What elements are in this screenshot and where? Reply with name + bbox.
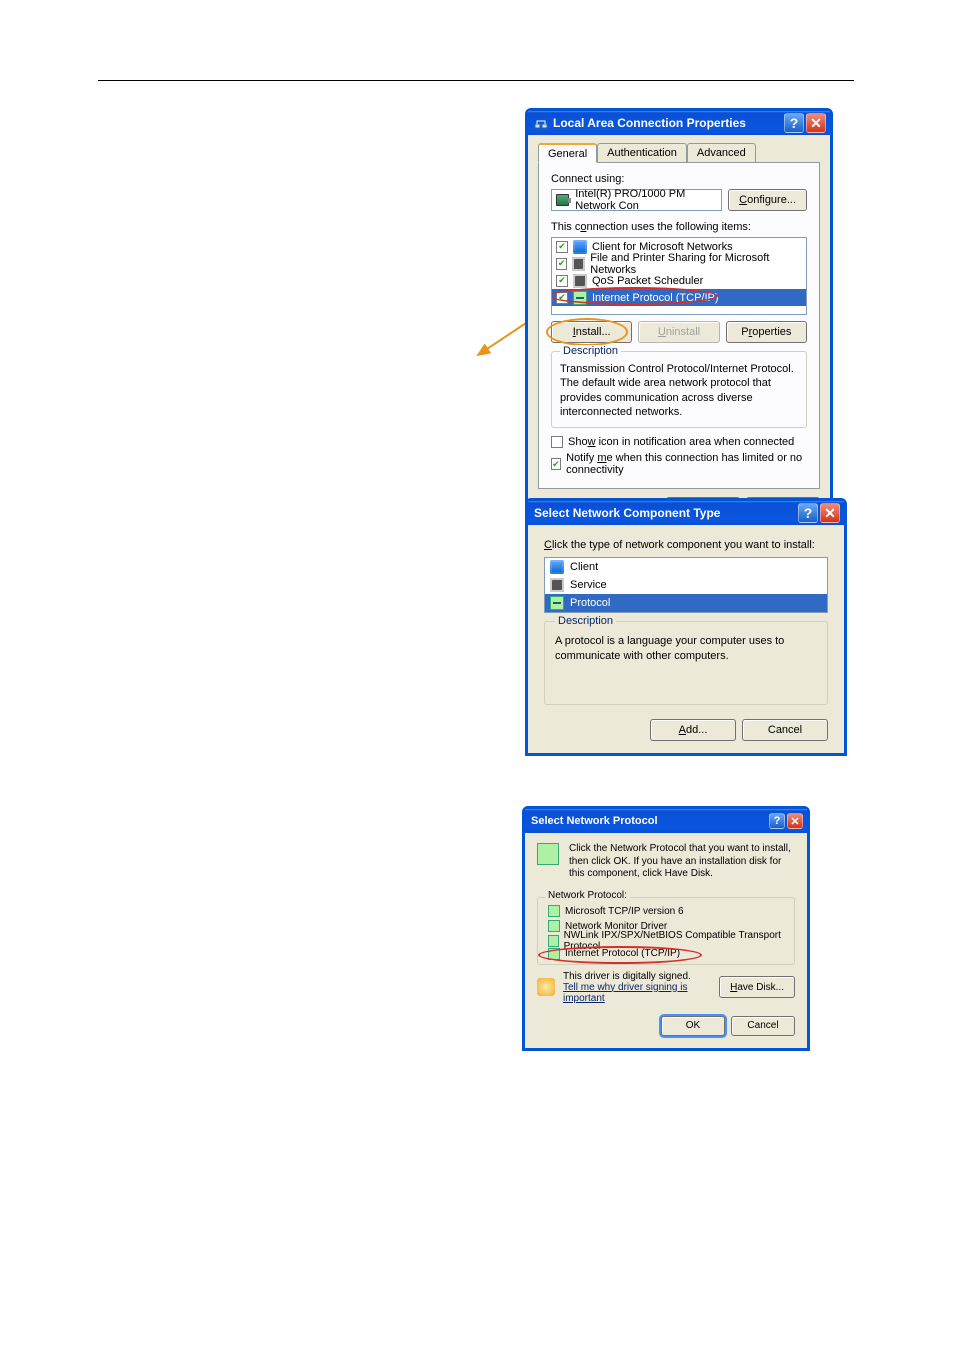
tab-authentication[interactable]: Authentication [597,143,687,163]
component-type-listbox[interactable]: Client Service Protocol [544,557,828,613]
protocol-group: Network Protocol: Microsoft TCP/IP versi… [537,897,795,965]
description-legend: Description [560,345,621,357]
protocol-icon [548,920,560,932]
protocol-icon [548,948,560,960]
description-text: A protocol is a language your computer u… [555,634,817,664]
checkbox-icon[interactable] [551,436,563,448]
cancel-button[interactable]: Cancel [731,1016,795,1036]
list-item[interactable]: QoS Packet Scheduler [552,272,806,289]
ok-button[interactable]: OK [661,1016,725,1036]
window-title: Local Area Connection Properties [553,116,784,130]
protocol-icon [548,905,560,917]
items-label: This connection uses the following items… [551,221,807,233]
list-item-service[interactable]: Service [545,576,827,594]
titlebar[interactable]: Select Network Component Type ? ✕ [528,501,844,525]
window-title: Select Network Component Type [534,506,798,520]
show-icon-label: Show icon in notification area when conn… [568,436,794,448]
add-button[interactable]: Add... [650,719,736,741]
uninstall-button: Uninstall [638,321,719,343]
protocol-item-tcpip[interactable]: Internet Protocol (TCP/IP) [546,949,786,964]
checkbox-icon[interactable] [551,458,561,470]
protocol-item[interactable]: NWLink IPX/SPX/NetBIOS Compatible Transp… [546,934,786,949]
intro-text: Click the Network Protocol that you want… [569,843,795,881]
description-group: Description A protocol is a language you… [544,621,828,705]
list-item[interactable]: File and Printer Sharing for Microsoft N… [552,255,806,272]
signing-link[interactable]: Tell me why driver signing is important [563,982,688,1004]
signed-label: This driver is digitally signed. [563,971,711,982]
description-legend: Description [555,615,616,627]
callout-ellipse [546,318,628,346]
cancel-button[interactable]: Cancel [742,719,828,741]
prompt-label: Click the type of network component you … [544,539,828,551]
group-label: Network Protocol: [545,890,630,901]
have-disk-button[interactable]: Have Disk... [719,976,795,998]
protocol-item[interactable]: Microsoft TCP/IP version 6 [546,904,786,919]
help-button[interactable]: ? [769,813,785,829]
properties-button[interactable]: Properties [726,321,807,343]
lan-properties-dialog: Local Area Connection Properties ? ✕ Gen… [525,108,833,534]
select-component-dialog: Select Network Component Type ? ✕ Click … [525,498,847,756]
window-title: Select Network Protocol [531,815,769,827]
show-icon-row[interactable]: Show icon in notification area when conn… [551,436,807,448]
select-protocol-dialog: Select Network Protocol ? ✕ Click the Ne… [522,806,810,1051]
titlebar[interactable]: Local Area Connection Properties ? ✕ [528,111,830,135]
certificate-icon [537,978,555,996]
service-icon [550,578,564,592]
checkbox-icon[interactable] [556,292,568,304]
client-icon [573,240,587,254]
nic-icon [556,194,569,206]
checkbox-icon[interactable] [556,258,567,270]
protocol-icon [537,843,559,865]
item-label: Protocol [570,597,610,609]
description-text: Transmission Control Protocol/Internet P… [560,362,798,419]
help-button[interactable]: ? [798,503,818,523]
close-button[interactable]: ✕ [820,503,840,523]
configure-button[interactable]: Configure... [728,189,807,211]
close-button[interactable]: ✕ [806,113,826,133]
adapter-name: Intel(R) PRO/1000 PM Network Con [575,188,717,212]
close-button[interactable]: ✕ [787,813,803,829]
page-rule [98,80,854,81]
item-label: QoS Packet Scheduler [592,275,703,287]
list-item-tcpip[interactable]: Internet Protocol (TCP/IP) [552,289,806,306]
item-label: Service [570,579,607,591]
tab-advanced[interactable]: Advanced [687,143,756,163]
notify-row[interactable]: Notify me when this connection has limit… [551,452,807,476]
help-button[interactable]: ? [784,113,804,133]
protocol-icon [550,596,564,610]
item-label: Internet Protocol (TCP/IP) [592,292,719,304]
protocol-icon [548,935,559,947]
checkbox-icon[interactable] [556,241,568,253]
client-icon [550,560,564,574]
item-label: Client [570,561,598,573]
tab-strip: General Authentication Advanced [538,143,820,163]
adapter-field[interactable]: Intel(R) PRO/1000 PM Network Con [551,189,722,211]
description-group: Description Transmission Control Protoco… [551,351,807,428]
list-item-protocol[interactable]: Protocol [545,594,827,612]
general-panel: Connect using: Intel(R) PRO/1000 PM Netw… [538,162,820,489]
network-icon [534,116,548,130]
tab-general[interactable]: General [538,143,597,163]
list-item-client[interactable]: Client [545,558,827,576]
protocol-icon [573,291,587,305]
titlebar[interactable]: Select Network Protocol ? ✕ [525,809,807,833]
install-button[interactable]: Install... [551,321,632,343]
service-icon [573,274,587,288]
notify-label: Notify me when this connection has limit… [566,452,807,476]
service-icon [572,257,585,271]
components-listbox[interactable]: Client for Microsoft Networks File and P… [551,237,807,315]
connect-using-label: Connect using: [551,173,807,185]
checkbox-icon[interactable] [556,275,568,287]
